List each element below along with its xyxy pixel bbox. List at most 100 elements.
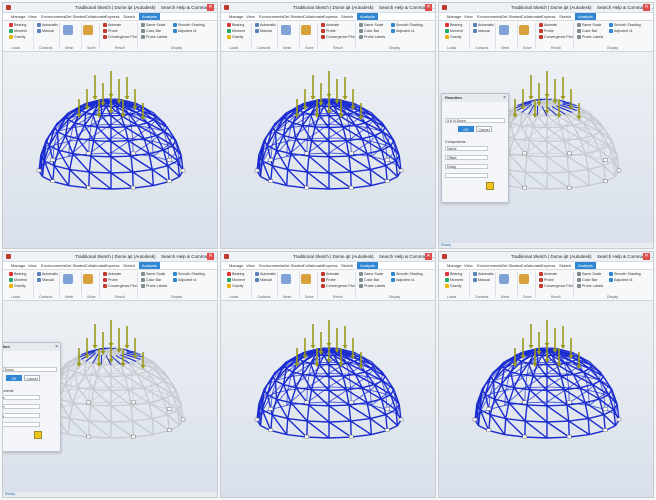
fixed-constraint-icon[interactable]: [384, 158, 390, 162]
tab-express[interactable]: Express: [541, 262, 555, 269]
fixed-constraint-icon[interactable]: [486, 428, 491, 432]
fixed-constraint-icon[interactable]: [180, 417, 186, 422]
result-0-button[interactable]: Animate: [539, 272, 557, 277]
result-1-button[interactable]: Probe: [103, 29, 118, 34]
fixed-constraint-icon[interactable]: [166, 428, 172, 432]
contact-0-button[interactable]: Automatic: [37, 272, 58, 277]
component-row[interactable]: Delay: [445, 164, 488, 169]
component-row[interactable]: Name: [445, 146, 488, 151]
load-1-button[interactable]: Moment: [445, 29, 463, 34]
fixed-constraint-icon[interactable]: [130, 185, 136, 190]
tab-environments[interactable]: Environments: [259, 13, 283, 20]
close-icon[interactable]: ✕: [643, 4, 650, 11]
tab-analysis[interactable]: Analysis: [139, 262, 160, 269]
fixed-constraint-icon[interactable]: [304, 400, 310, 405]
app-icon[interactable]: [442, 5, 447, 10]
tab-view[interactable]: View: [464, 262, 473, 269]
tab-sketch[interactable]: Sketch: [341, 262, 353, 269]
display-0-button[interactable]: Same Scale: [141, 23, 165, 28]
fixed-constraint-icon[interactable]: [304, 185, 310, 190]
tab-express[interactable]: Express: [323, 262, 337, 269]
tab-collaborate[interactable]: Collaborate: [303, 13, 323, 20]
display-3-button[interactable]: Smooth Shading: [609, 272, 641, 277]
fixed-constraint-icon[interactable]: [348, 185, 354, 190]
tab-manage[interactable]: Manage: [11, 262, 25, 269]
load-0-button[interactable]: Bearing: [445, 23, 462, 28]
tab-analysis[interactable]: Analysis: [357, 262, 378, 269]
display-2-button[interactable]: Probe Labels: [141, 284, 167, 289]
fixed-constraint-icon[interactable]: [384, 407, 390, 411]
component-row[interactable]: Delay: [3, 413, 40, 418]
tab-analysis[interactable]: Analysis: [357, 13, 378, 20]
fixed-constraint-icon[interactable]: [86, 151, 92, 156]
component-row[interactable]: [445, 173, 488, 178]
fixed-constraint-icon[interactable]: [166, 407, 172, 411]
fixed-constraint-icon[interactable]: [566, 400, 572, 405]
component-row[interactable]: Name: [3, 395, 40, 400]
app-icon[interactable]: [6, 254, 11, 259]
load-0-button[interactable]: Bearing: [227, 23, 244, 28]
contact-0-button[interactable]: Automatic: [473, 23, 494, 28]
fixed-constraint-icon[interactable]: [616, 417, 622, 422]
ok-button[interactable]: OK: [458, 126, 474, 132]
display-4-button[interactable]: Adjusted x1: [173, 29, 197, 34]
fixed-constraint-icon[interactable]: [566, 185, 572, 190]
simulate-button[interactable]: [301, 274, 311, 284]
simulate-button[interactable]: [301, 25, 311, 35]
ok-button[interactable]: OK: [6, 375, 22, 381]
load-2-button[interactable]: Gravity: [445, 284, 461, 289]
fixed-constraint-icon[interactable]: [522, 400, 528, 405]
close-icon[interactable]: ✕: [425, 253, 432, 260]
display-0-button[interactable]: Same Scale: [359, 272, 383, 277]
fixed-constraint-icon[interactable]: [602, 428, 608, 432]
result-2-button[interactable]: Convergence Plot: [539, 284, 573, 289]
result-2-button[interactable]: Convergence Plot: [539, 35, 573, 40]
simulate-button[interactable]: [519, 274, 529, 284]
dialog-close-icon[interactable]: ×: [503, 95, 506, 101]
result-2-button[interactable]: Convergence Plot: [103, 284, 137, 289]
graphics-viewport[interactable]: [221, 300, 435, 497]
tab-analysis[interactable]: Analysis: [575, 262, 596, 269]
load-1-button[interactable]: Moment: [9, 29, 27, 34]
fixed-constraint-icon[interactable]: [268, 428, 273, 432]
fixed-constraint-icon[interactable]: [254, 417, 260, 422]
mesh-view-button[interactable]: [281, 274, 291, 284]
display-1-button[interactable]: Color Bar: [359, 29, 379, 34]
load-1-button[interactable]: Moment: [227, 29, 245, 34]
result-0-button[interactable]: Animate: [321, 23, 339, 28]
close-icon[interactable]: ✕: [207, 4, 214, 11]
fixed-constraint-icon[interactable]: [166, 158, 172, 162]
tab-collaborate[interactable]: Collaborate: [521, 13, 541, 20]
display-4-button[interactable]: Adjusted x1: [609, 278, 633, 283]
display-1-button[interactable]: Color Bar: [359, 278, 379, 283]
display-0-button[interactable]: Same Scale: [141, 272, 165, 277]
cancel-button[interactable]: Cancel: [24, 375, 40, 381]
fixed-constraint-icon[interactable]: [86, 400, 92, 405]
result-1-button[interactable]: Probe: [539, 29, 554, 34]
tab-collaborate[interactable]: Collaborate: [521, 262, 541, 269]
display-2-button[interactable]: Probe Labels: [577, 284, 603, 289]
display-1-button[interactable]: Color Bar: [141, 278, 161, 283]
result-0-button[interactable]: Animate: [321, 272, 339, 277]
tab-view[interactable]: View: [246, 13, 255, 20]
tab-analysis[interactable]: Analysis: [575, 13, 596, 20]
tab-get-started[interactable]: Get Started: [501, 13, 521, 20]
display-3-button[interactable]: Smooth Shading: [173, 23, 205, 28]
load-1-button[interactable]: Moment: [445, 278, 463, 283]
tab-get-started[interactable]: Get Started: [501, 262, 521, 269]
simulate-button[interactable]: [519, 25, 529, 35]
display-3-button[interactable]: Smooth Shading: [173, 272, 205, 277]
fixed-constraint-icon[interactable]: [522, 151, 528, 156]
result-2-button[interactable]: Convergence Plot: [103, 35, 137, 40]
tab-analysis[interactable]: Analysis: [139, 13, 160, 20]
fixed-constraint-icon[interactable]: [616, 168, 622, 173]
fixed-constraint-icon[interactable]: [268, 179, 273, 183]
tab-collaborate[interactable]: Collaborate: [85, 262, 105, 269]
fixed-constraint-icon[interactable]: [166, 179, 172, 183]
mesh-view-button[interactable]: [499, 25, 509, 35]
tab-express[interactable]: Express: [541, 13, 555, 20]
tab-get-started[interactable]: Get Started: [65, 262, 85, 269]
display-0-button[interactable]: Same Scale: [359, 23, 383, 28]
contact-1-button[interactable]: Manual: [37, 29, 54, 34]
display-2-button[interactable]: Probe Labels: [359, 35, 385, 40]
